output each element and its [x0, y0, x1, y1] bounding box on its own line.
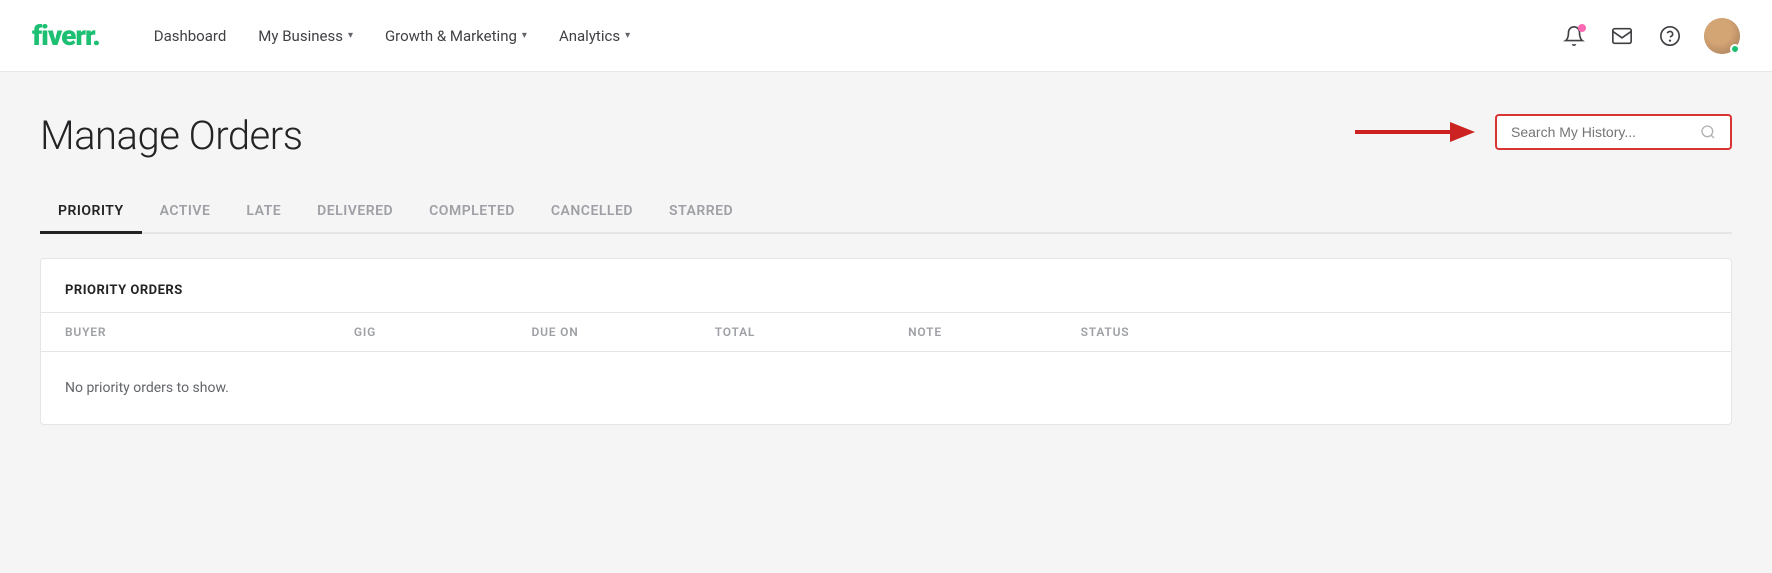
table-columns: BUYER GIG DUE ON TOTAL NOTE STATUS	[41, 313, 1731, 352]
avatar[interactable]	[1704, 18, 1740, 54]
col-buyer: BUYER	[65, 325, 265, 339]
search-area	[1355, 112, 1732, 152]
col-gig: GIG	[265, 325, 465, 339]
col-due-on: DUE ON	[465, 325, 645, 339]
notification-bell-icon[interactable]	[1560, 22, 1588, 50]
logo[interactable]: fiverr.	[32, 19, 100, 52]
online-status-dot	[1730, 44, 1740, 54]
nav-item-my-business[interactable]: My Business ▾	[244, 19, 367, 53]
chevron-down-icon: ▾	[625, 30, 630, 41]
orders-table-section: PRIORITY ORDERS BUYER GIG DUE ON TOTAL N…	[40, 258, 1732, 425]
search-icon	[1700, 124, 1716, 140]
chevron-down-icon: ▾	[348, 30, 353, 41]
nav-item-growth-marketing[interactable]: Growth & Marketing ▾	[371, 19, 541, 53]
table-section-title: PRIORITY ORDERS	[65, 283, 183, 298]
tabs-container: PRIORITY ACTIVE LATE DELIVERED COMPLETED…	[40, 191, 1732, 234]
arrow-annotation	[1355, 112, 1475, 152]
search-input[interactable]	[1511, 124, 1692, 140]
help-icon[interactable]	[1656, 22, 1684, 50]
tab-priority[interactable]: PRIORITY	[40, 191, 142, 234]
search-box[interactable]	[1495, 114, 1732, 150]
logo-text: fiverr.	[32, 19, 100, 52]
page-header: Manage Orders	[40, 112, 1732, 159]
notification-dot	[1578, 24, 1586, 32]
navbar: fiverr. Dashboard My Business ▾ Growth &…	[0, 0, 1772, 72]
navbar-actions	[1560, 18, 1740, 54]
navbar-nav: Dashboard My Business ▾ Growth & Marketi…	[140, 19, 1560, 53]
col-note: NOTE	[825, 325, 1025, 339]
main-content: Manage Orders PRIORITY	[0, 72, 1772, 573]
tab-active[interactable]: ACTIVE	[142, 191, 229, 234]
empty-message: No priority orders to show.	[41, 352, 1731, 424]
tab-cancelled[interactable]: CANCELLED	[533, 191, 651, 234]
nav-item-dashboard[interactable]: Dashboard	[140, 19, 241, 53]
col-total: TOTAL	[645, 325, 825, 339]
tab-completed[interactable]: COMPLETED	[411, 191, 533, 234]
nav-item-analytics[interactable]: Analytics ▾	[545, 19, 644, 53]
tab-delivered[interactable]: DELIVERED	[299, 191, 411, 234]
mail-icon[interactable]	[1608, 22, 1636, 50]
chevron-down-icon: ▾	[522, 30, 527, 41]
page-title: Manage Orders	[40, 112, 302, 159]
tab-late[interactable]: LATE	[228, 191, 299, 234]
col-status: STATUS	[1025, 325, 1185, 339]
tab-starred[interactable]: STARRED	[651, 191, 751, 234]
table-header: PRIORITY ORDERS	[41, 259, 1731, 313]
